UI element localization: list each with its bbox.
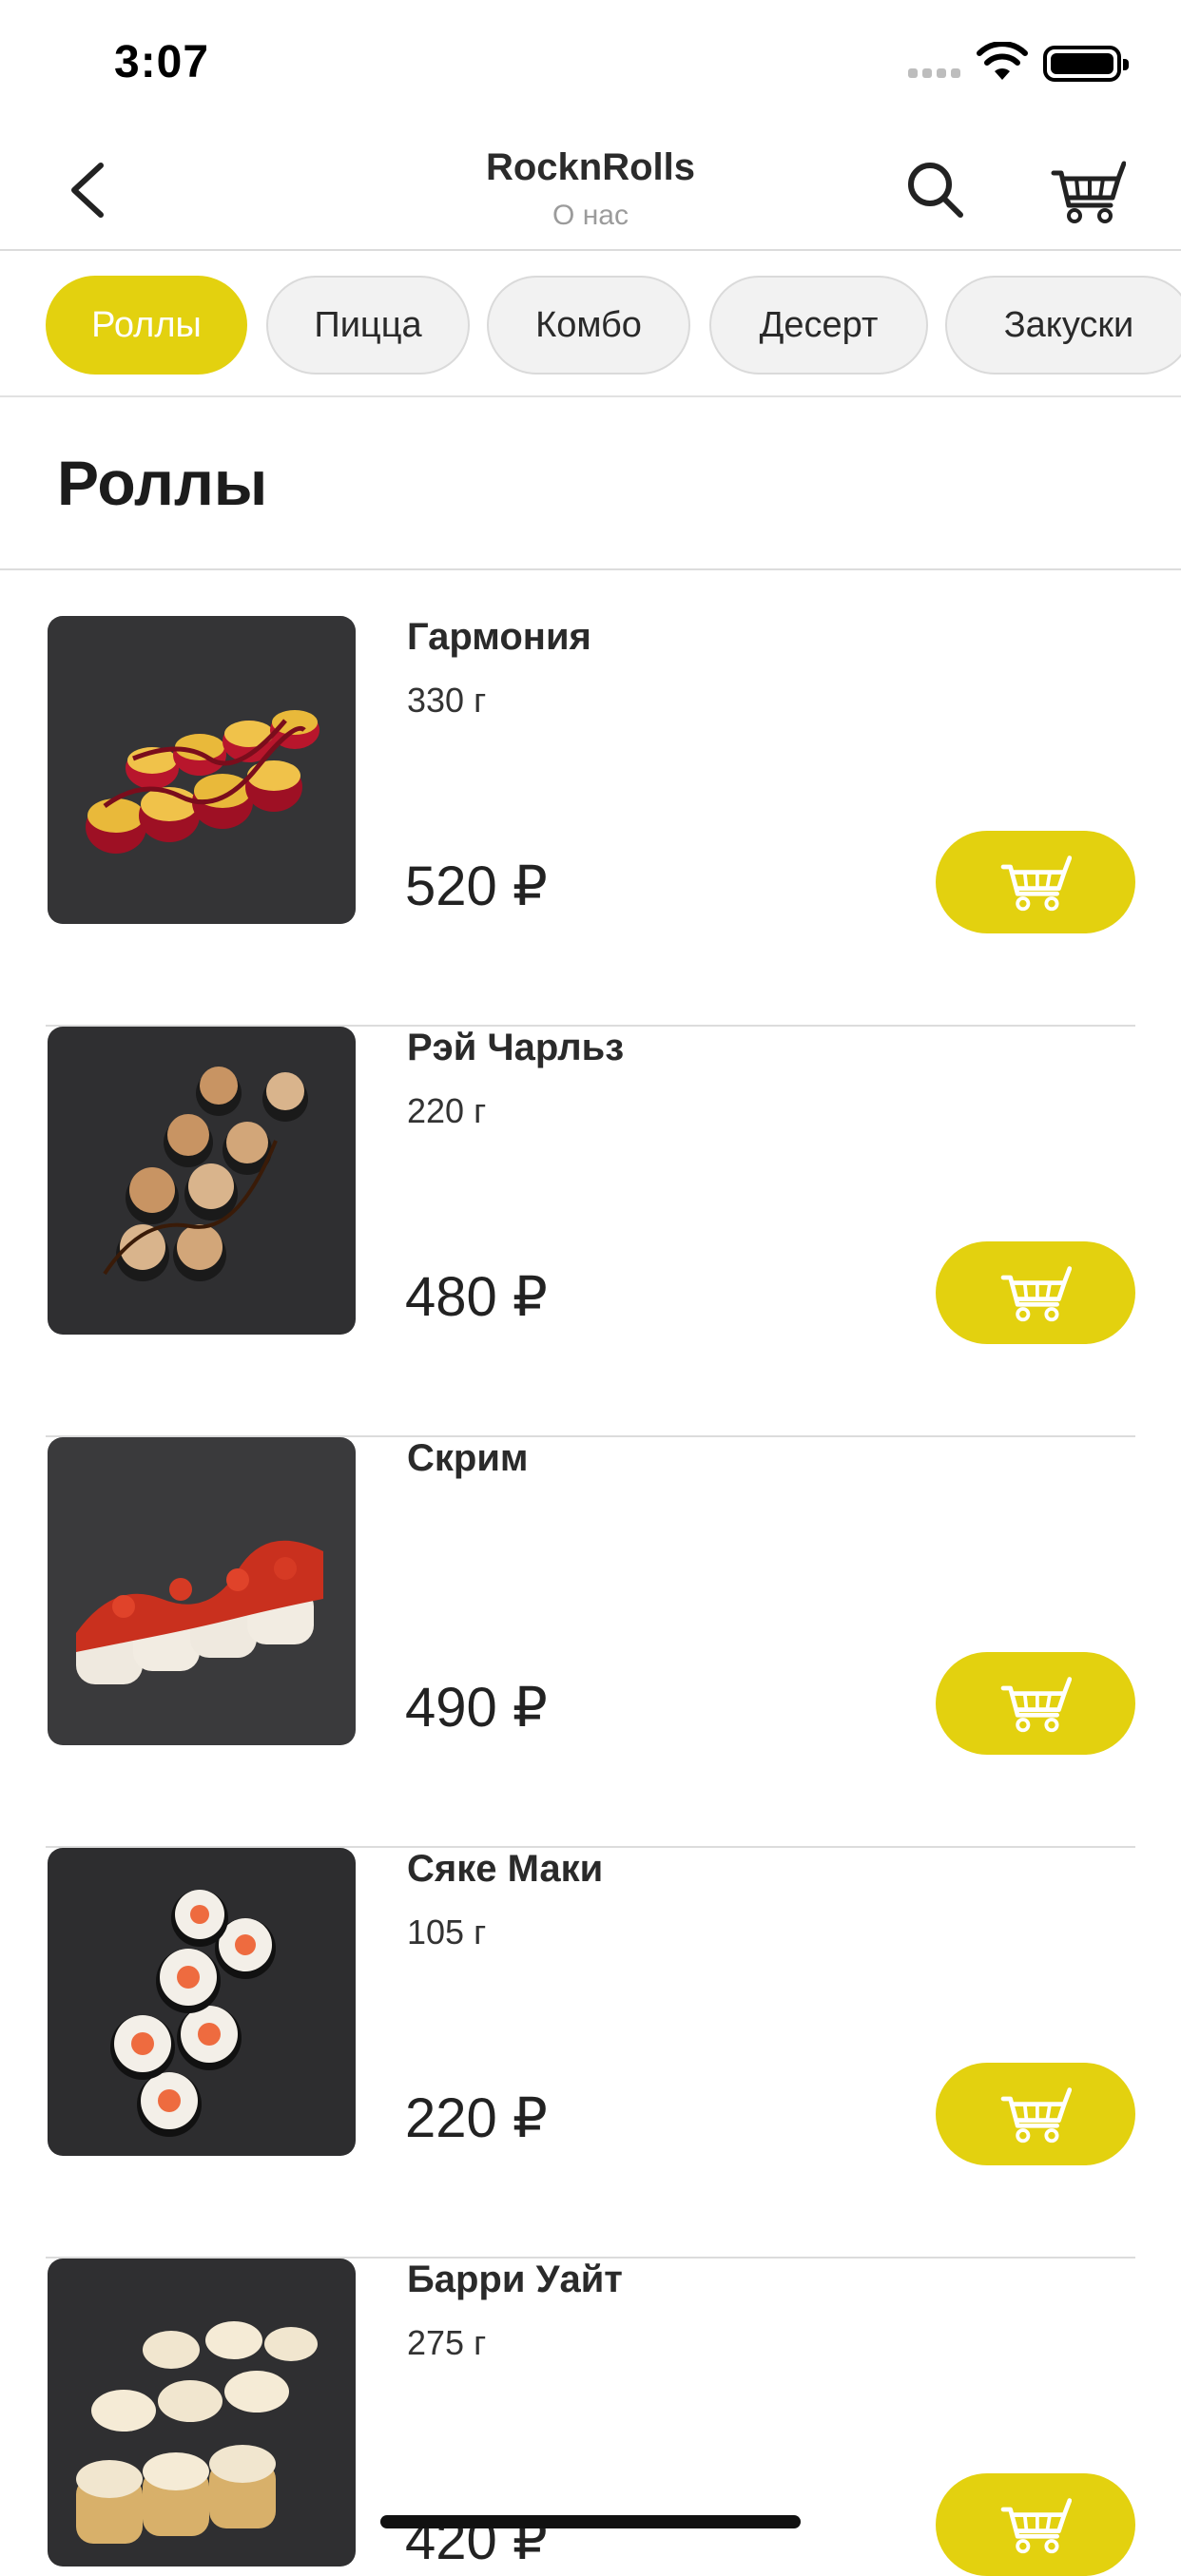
product-image[interactable] bbox=[48, 616, 356, 924]
add-to-cart-button[interactable] bbox=[936, 2063, 1135, 2165]
tab-dessert[interactable]: Десерт bbox=[709, 276, 928, 375]
page-title: RocknRolls bbox=[485, 146, 696, 188]
product-weight: 330 г bbox=[407, 681, 487, 720]
product-image[interactable] bbox=[48, 1848, 356, 2156]
product-name: Рэй Чарльз bbox=[407, 1027, 625, 1068]
category-tabs: Роллы Пицца Комбо Десерт Закуски bbox=[0, 251, 1181, 397]
product-row[interactable]: Скрим 490 ₽ bbox=[46, 1437, 1135, 1848]
navigation-bar: RocknRolls О нас bbox=[0, 124, 1181, 251]
product-name: Барри Уайт bbox=[407, 2259, 623, 2300]
product-row[interactable]: Барри Уайт 275 г 420 ₽ bbox=[46, 2259, 1135, 2576]
cellular-signal-icon bbox=[908, 59, 961, 78]
product-price: 480 ₽ bbox=[405, 1266, 548, 1328]
section-title: Роллы bbox=[57, 448, 268, 518]
status-time: 3:07 bbox=[114, 37, 210, 87]
tab-snacks[interactable]: Закуски bbox=[945, 276, 1181, 375]
wifi-icon bbox=[977, 42, 1028, 80]
home-indicator[interactable] bbox=[380, 2515, 801, 2528]
divider bbox=[0, 568, 1181, 570]
product-price: 220 ₽ bbox=[405, 2087, 548, 2149]
tab-pizza[interactable]: Пицца bbox=[266, 276, 470, 375]
product-price: 520 ₽ bbox=[405, 855, 548, 917]
add-to-cart-button[interactable] bbox=[936, 1652, 1135, 1755]
product-row[interactable]: Сяке Маки 105 г 220 ₽ bbox=[46, 1848, 1135, 2259]
cart-icon bbox=[1000, 1677, 1072, 1733]
product-row[interactable]: Гармония 330 г 520 ₽ bbox=[46, 616, 1135, 1027]
product-name: Сяке Маки bbox=[407, 1848, 604, 1890]
add-to-cart-button[interactable] bbox=[936, 831, 1135, 933]
product-image[interactable] bbox=[48, 2259, 356, 2566]
product-price: 490 ₽ bbox=[405, 1677, 548, 1739]
cart-icon bbox=[1000, 2498, 1072, 2554]
status-bar: 3:07 bbox=[0, 0, 1181, 124]
product-image[interactable] bbox=[48, 1027, 356, 1335]
product-weight: 105 г bbox=[407, 1913, 487, 1951]
product-weight: 220 г bbox=[407, 1091, 487, 1130]
product-name: Гармония bbox=[407, 616, 591, 658]
battery-icon bbox=[1043, 46, 1129, 82]
cart-icon[interactable] bbox=[1050, 152, 1126, 228]
add-to-cart-button[interactable] bbox=[936, 1241, 1135, 1344]
product-row[interactable]: Рэй Чарльз 220 г 480 ₽ bbox=[46, 1027, 1135, 1437]
product-name: Скрим bbox=[407, 1437, 529, 1479]
search-icon[interactable] bbox=[901, 152, 968, 228]
product-image[interactable] bbox=[48, 1437, 356, 1745]
add-to-cart-button[interactable] bbox=[936, 2473, 1135, 2576]
cart-icon bbox=[1000, 1266, 1072, 1322]
product-weight: 275 г bbox=[407, 2323, 487, 2362]
cart-icon bbox=[1000, 2087, 1072, 2143]
about-link[interactable]: О нас bbox=[0, 200, 1181, 232]
tab-combo[interactable]: Комбо bbox=[487, 276, 690, 375]
tab-rolls[interactable]: Роллы bbox=[46, 276, 247, 375]
cart-icon bbox=[1000, 855, 1072, 912]
